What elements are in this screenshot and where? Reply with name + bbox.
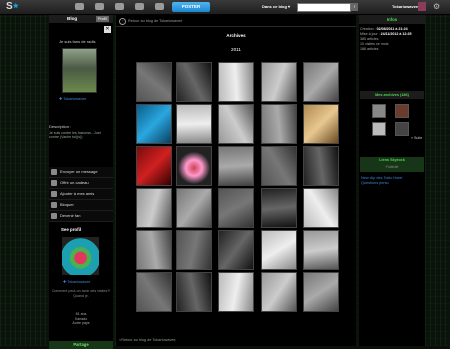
profile-photo[interactable]: [62, 237, 99, 275]
share-heading: Partage: [49, 341, 113, 349]
back-to-blog-link-top[interactable]: < Retour au blog de Tokariowavee: [119, 18, 182, 25]
archive-photo-thumb[interactable]: [136, 188, 172, 228]
more-archives-link[interactable]: » Suite: [411, 136, 422, 140]
messages-icon[interactable]: [115, 3, 124, 10]
arrow-left-icon: <: [119, 18, 126, 25]
home-icon[interactable]: [75, 3, 84, 10]
divider: [116, 26, 356, 27]
archive-photo-thumb[interactable]: [218, 188, 254, 228]
user-avatar[interactable]: [418, 2, 426, 11]
send-message-action[interactable]: Envoyer un message: [49, 167, 113, 178]
blog-info: Création : 02/08/2011 à 21:24 Mise à jou…: [360, 27, 412, 51]
description-text: Je suis contre les fusionss...Juet contr…: [49, 131, 101, 140]
info-heading: Infos: [359, 15, 425, 24]
archive-thumb[interactable]: [372, 122, 386, 136]
sidebar-tabs: Blog Profil: [49, 15, 113, 23]
search-scope-dropdown[interactable]: Dans ce blog ▾: [262, 3, 296, 11]
fans-text: Je suis fans de radis: [59, 39, 96, 44]
archive-photo-thumb[interactable]: [303, 230, 339, 270]
archive-photo-thumb[interactable]: [176, 62, 212, 102]
archive-photo-thumb[interactable]: [136, 230, 172, 270]
archive-photo-thumb[interactable]: [136, 146, 172, 186]
tab-blog[interactable]: Blog: [67, 15, 77, 23]
add-friend-icon: [51, 191, 57, 197]
search-button[interactable]: ›: [351, 3, 358, 11]
back-to-blog-link-bottom[interactable]: <Retour au blog de Tokariowavee: [119, 338, 176, 342]
archive-photo-thumb[interactable]: [218, 62, 254, 102]
archive-photo-thumb[interactable]: [303, 188, 339, 228]
tab-profil[interactable]: Profil: [96, 16, 109, 22]
archive-photo-thumb[interactable]: [261, 230, 297, 270]
archive-photo-thumb[interactable]: [218, 272, 254, 312]
fan-icon: [51, 213, 57, 219]
blog-photo[interactable]: [62, 48, 97, 93]
archive-photo-thumb[interactable]: [218, 146, 254, 186]
archive-photo-thumb[interactable]: [176, 104, 212, 144]
post-button[interactable]: POSTER: [172, 2, 210, 12]
blog-name-link[interactable]: ✚ Tokariowavee: [59, 96, 86, 101]
archive-photo-thumb[interactable]: [303, 62, 339, 102]
description-label: Description :: [49, 124, 72, 129]
archive-photo-thumb[interactable]: [303, 104, 339, 144]
archive-thumb[interactable]: [395, 122, 409, 136]
link-questions[interactable]: Questions perso: [361, 181, 423, 186]
skyrock-logo[interactable]: S★: [6, 1, 19, 12]
top-bar: S★ POSTER Dans ce blog ▾ › Tokariowavee …: [0, 0, 450, 15]
block-icon: [51, 202, 57, 208]
archives-heading: Mes archives (186): [360, 91, 424, 99]
archive-photo-thumb[interactable]: [176, 272, 212, 312]
archive-thumb[interactable]: [395, 104, 409, 118]
add-friend-action[interactable]: Ajouter à mes amis: [49, 189, 113, 200]
profile-info: 81 ans Xanado Autre pays: [72, 312, 90, 326]
archive-photo-thumb[interactable]: [261, 272, 297, 312]
become-fan-action[interactable]: Devenir fan: [49, 211, 113, 222]
close-icon[interactable]: ✕: [104, 26, 111, 33]
year-heading: 2011: [231, 47, 241, 52]
archive-photo-thumb[interactable]: [176, 230, 212, 270]
right-sidebar: Infos Création : 02/08/2011 à 21:24 Mise…: [359, 15, 425, 346]
friends-icon[interactable]: [95, 3, 104, 10]
block-action[interactable]: Bloquer: [49, 200, 113, 211]
archive-photo-thumb[interactable]: [303, 272, 339, 312]
archive-photo-thumb[interactable]: [261, 104, 297, 144]
profile-question: Comment peut-on avoir des visites?! Quan…: [51, 289, 111, 298]
archive-photo-thumb[interactable]: [303, 146, 339, 186]
archive-photo-thumb[interactable]: [176, 188, 212, 228]
visits-icon[interactable]: [155, 3, 164, 10]
chat-icon[interactable]: [135, 3, 144, 10]
see-profile-heading: See profil: [61, 227, 82, 232]
skyrock-links: New clip des Tokio Hotel Questions perso: [361, 176, 423, 186]
archive-photo-thumb[interactable]: [218, 104, 254, 144]
archive-photo-thumb[interactable]: [176, 146, 212, 186]
profile-name-link[interactable]: ✚ Tokariowavee: [63, 279, 90, 284]
archive-photo-thumb[interactable]: [136, 62, 172, 102]
archive-photo-thumb[interactable]: [261, 146, 297, 186]
archive-photo-thumb[interactable]: [261, 188, 297, 228]
page-title: Archives: [226, 33, 246, 38]
gear-icon[interactable]: ⚙: [433, 2, 440, 12]
archives-main: < Retour au blog de Tokariowavee Archives…: [116, 15, 356, 346]
mail-icon: [51, 169, 57, 175]
username-menu[interactable]: Tokariowavee: [392, 4, 418, 9]
gift-action[interactable]: Offrir un cadeau: [49, 178, 113, 189]
archive-thumb[interactable]: [372, 104, 386, 118]
archive-photo-thumb[interactable]: [261, 62, 297, 102]
gift-icon: [51, 180, 57, 186]
archive-photo-thumb[interactable]: [136, 104, 172, 144]
left-sidebar: Blog Profil ✕ Je suis fans de radis ✚ To…: [49, 15, 113, 349]
archive-photo-thumb[interactable]: [218, 230, 254, 270]
search-input[interactable]: [297, 3, 351, 12]
archive-photo-thumb[interactable]: [136, 272, 172, 312]
skyrock-links-block: Liens Skyrock Publicité: [360, 157, 424, 172]
